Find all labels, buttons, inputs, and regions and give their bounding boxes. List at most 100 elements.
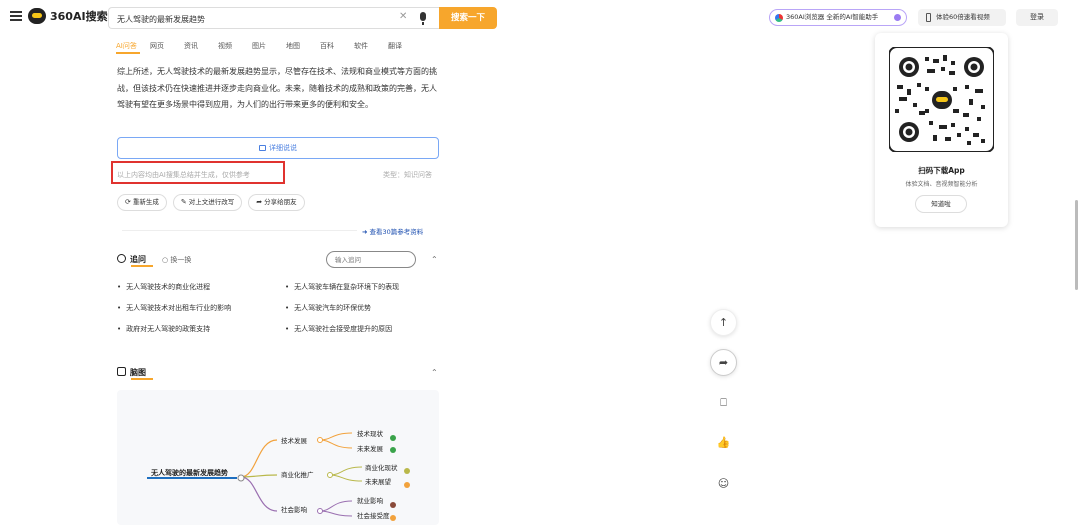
followup-item[interactable]: 政府对无人驾驶的政策支持 — [117, 324, 285, 334]
mindmap-branch: 商业化推广 — [281, 471, 314, 479]
followup-item[interactable]: 无人驾驶技术对出租车行业的影响 — [117, 303, 285, 313]
login-button[interactable]: 登录 — [1016, 9, 1058, 26]
microphone-icon[interactable] — [420, 12, 426, 25]
mindmap-leaf: 社会接受度 — [357, 512, 390, 520]
branch-line-tech — [240, 439, 278, 478]
mindmap-branch: 社会影响 — [281, 506, 307, 514]
browser-logo-icon — [775, 14, 783, 22]
logo[interactable]: 360AI搜索 — [28, 8, 108, 24]
tab-images[interactable]: 图片 — [252, 41, 286, 51]
mindmap-leaf: 未来展望 — [365, 478, 391, 486]
logo-mark-icon — [28, 8, 46, 24]
app-promo-button[interactable]: 体验60倍速看视频 — [918, 9, 1006, 26]
title-underline — [131, 378, 153, 380]
tab-video[interactable]: 视频 — [218, 41, 252, 51]
clear-icon[interactable]: ✕ — [399, 11, 407, 22]
mindmap-lines — [147, 432, 410, 521]
references-link[interactable]: ➜ 查看30篇参考资料 — [120, 226, 423, 236]
regenerate-label: 重新生成 — [132, 198, 159, 206]
leaf-node — [404, 468, 410, 474]
collapse-chevron-icon[interactable]: ⌃ — [431, 255, 438, 264]
app-promo-label: 体验60倍速看视频 — [936, 13, 990, 21]
tab-ai-answer[interactable]: AI问答 — [116, 41, 150, 54]
mindmap-title-text: 脑图 — [130, 368, 146, 377]
leaf-line — [319, 510, 353, 517]
answer-type-label: 类型：知识问答 — [383, 171, 432, 179]
edit-icon: ✎ — [180, 198, 187, 206]
leaf-node — [390, 435, 396, 441]
leaf-line — [319, 432, 353, 441]
qr-title: 扫码下载App — [918, 166, 965, 175]
search-box[interactable]: ✕ — [108, 7, 440, 29]
tab-web[interactable]: 网页 — [150, 41, 184, 51]
arrow-right-icon: ➜ — [362, 228, 370, 236]
rewrite-button[interactable]: ✎ 对上文进行改写 — [172, 194, 243, 211]
browser-promo-button[interactable]: 360AI浏览器 全新的AI智能助手 — [769, 9, 907, 26]
followup-input[interactable] — [326, 251, 416, 268]
leaf-node — [390, 447, 396, 453]
leaf-line — [319, 439, 353, 449]
tab-software[interactable]: 软件 — [354, 41, 388, 51]
followup-item[interactable]: 无人驾驶汽车的环保优势 — [285, 303, 453, 313]
root-node — [237, 474, 245, 482]
leaf-line — [319, 500, 353, 512]
tab-news[interactable]: 资讯 — [184, 41, 218, 51]
branch-node — [327, 472, 333, 478]
bookmark-icon[interactable]: ⎕ — [710, 390, 737, 417]
answer-paragraph: 综上所述，无人驾驶技术的最新发展趋势显示，尽管存在技术、法规和商业模式等方面的挑… — [117, 67, 437, 109]
qr-download-panel: 扫码下载App 体验文档、音视频智能分析 知道啦 — [875, 33, 1008, 227]
tab-maps[interactable]: 地图 — [286, 41, 320, 51]
answer-actions: ⟳ 重新生成 ✎ 对上文进行改写 ➦ 分享给朋友 — [117, 194, 305, 211]
regenerate-button[interactable]: ⟳ 重新生成 — [117, 194, 167, 211]
rewrite-label: 对上文进行改写 — [188, 198, 235, 206]
followup-item[interactable]: 无人驾驶车辆在复杂环境下的表现 — [285, 282, 453, 292]
leaf-node — [404, 482, 410, 488]
followup-item[interactable]: 无人驾驶社会接受度提升的原因 — [285, 324, 453, 334]
branch-node — [317, 508, 323, 514]
detail-button-label: 详细说说 — [269, 144, 297, 152]
promo-badge-icon — [894, 14, 901, 21]
share-friends-label: 分享给朋友 — [264, 198, 297, 206]
refresh-icon: ⟳ — [125, 198, 131, 206]
detail-button[interactable]: 详细说说 — [117, 137, 439, 159]
leaf-line — [329, 466, 363, 476]
search-tabs: AI问答 网页 资讯 视频 图片 地图 百科 软件 翻译 — [116, 41, 422, 54]
mindmap-canvas[interactable]: 无人驾驶的最新发展趋势 技术发展 商业化推广 社会影响 技术现状 未来发展 商业… — [117, 390, 439, 525]
feedback-icon[interactable]: ☺ — [710, 471, 737, 498]
arrow-up-icon[interactable]: ↑ — [710, 309, 737, 336]
share-icon: ➦ — [256, 198, 263, 206]
title-underline — [131, 265, 153, 267]
qr-subtitle: 体验文档、音视频智能分析 — [905, 181, 978, 188]
leaf-node — [390, 515, 396, 521]
branch-line-soc — [240, 476, 278, 512]
scrollbar[interactable] — [1075, 200, 1078, 290]
mindmap-root: 无人驾驶的最新发展趋势 — [151, 469, 228, 477]
thumbs-up-icon[interactable]: 👍 — [710, 430, 737, 457]
switch-label: 换一换 — [170, 256, 192, 264]
phone-icon — [926, 13, 931, 22]
search-input[interactable] — [117, 11, 387, 27]
mindmap-branch: 技术发展 — [281, 437, 307, 445]
share-friends-button[interactable]: ➦ 分享给朋友 — [248, 194, 305, 211]
search-button[interactable]: 搜索一下 — [439, 7, 497, 29]
followup-item[interactable]: 无人驾驶技术的商业化进程 — [117, 282, 285, 292]
mindmap-leaf: 商业化现状 — [365, 464, 398, 472]
mindmap-leaf: 未来发展 — [357, 445, 383, 453]
branch-node — [317, 437, 323, 443]
tab-encyclopedia[interactable]: 百科 — [320, 41, 354, 51]
followup-title-text: 追问 — [130, 255, 146, 264]
menu-icon[interactable] — [10, 11, 22, 21]
switch-button[interactable]: ○ 换一换 — [162, 255, 191, 265]
mindmap-title: 脑图 — [117, 367, 153, 380]
mindmap-icon — [117, 367, 126, 376]
logo-text: 360AI搜索 — [50, 10, 108, 23]
mindmap-leaf: 就业影响 — [357, 497, 383, 505]
mindmap-leaf: 技术现状 — [357, 430, 383, 438]
tab-translate[interactable]: 翻译 — [388, 41, 422, 51]
collapse-chevron-icon[interactable]: ⌃ — [431, 368, 438, 377]
qr-dismiss-button[interactable]: 知道啦 — [915, 195, 967, 213]
browser-promo-label: 360AI浏览器 全新的AI智能助手 — [786, 13, 879, 21]
followup-title: 追问 — [117, 254, 153, 267]
share-icon[interactable]: ➦ — [710, 349, 737, 376]
followup-icon — [117, 254, 126, 263]
